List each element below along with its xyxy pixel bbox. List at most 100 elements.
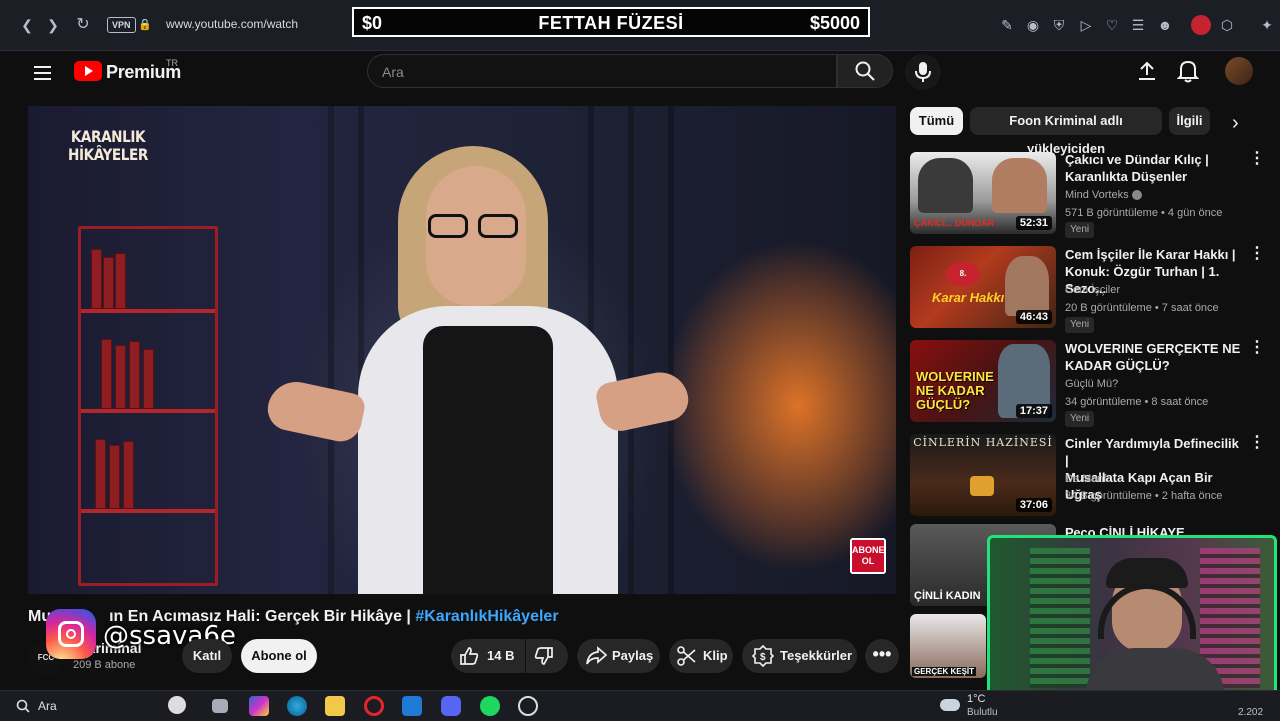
sidebar-icon[interactable]: ✦ (1258, 16, 1276, 34)
address-bar[interactable]: www.youtube.com/watch (166, 17, 298, 31)
profile-icon[interactable]: ☻ (1156, 16, 1174, 34)
lock-icon[interactable]: 🔒 (136, 16, 154, 34)
dislike-button[interactable] (526, 639, 568, 673)
join-button[interactable]: Katıl (182, 639, 232, 673)
video-hashtag-link[interactable]: #KaranlıkHikâyeler (415, 608, 558, 625)
bird-app-icon[interactable] (168, 696, 186, 714)
video-player[interactable]: KARANLIK HİKÂYELER ABONE OL (28, 106, 896, 594)
taskbar-search[interactable]: Ara (38, 699, 57, 713)
thumbnail-caption: Karar Hakkı (932, 290, 1005, 305)
video-duration: 37:06 (1015, 498, 1052, 512)
streamer-webcam-overlay (987, 535, 1277, 705)
play-icon[interactable]: ▷ (1077, 16, 1095, 34)
search-button[interactable] (837, 54, 893, 88)
microphone-icon (915, 62, 931, 82)
related-thumbnail[interactable]: WOLVERINE NE KADAR GÜÇLÜ? 17:37 (910, 340, 1056, 422)
weather-condition[interactable]: Bulutlu (967, 707, 998, 718)
forward-icon[interactable]: ❯ (44, 16, 62, 34)
spotify-icon[interactable] (480, 696, 500, 716)
related-title[interactable]: Çakıcı ve Dündar Kılıç | Karanlıkta Düşen… (1065, 151, 1245, 185)
more-vertical-icon[interactable]: ⋮ (1249, 340, 1265, 356)
badge-line-1: ABONE (852, 545, 885, 555)
vpn-badge[interactable]: VPN (107, 17, 136, 33)
related-channel[interactable]: Güçlü Mü? (1065, 378, 1118, 390)
related-meta: 20 B görüntüleme • 7 saat önce (1065, 302, 1219, 314)
more-vertical-icon[interactable]: ⋮ (1249, 151, 1265, 167)
discord-icon[interactable] (441, 696, 461, 716)
related-channel[interactable]: Cem İşçiler (1065, 284, 1120, 296)
chip-all[interactable]: Tümü (910, 107, 963, 135)
shield-icon[interactable]: ⛨ (1050, 16, 1068, 34)
related-title-line-1: WOLVERINE GERÇEKTE NE (1065, 341, 1241, 356)
channel-name-label: Mind Vorteks (1065, 189, 1129, 201)
watermark-line-2: HİKÂYELER (68, 145, 148, 164)
related-thumbnail[interactable]: GERÇEK KEŞİT (910, 614, 986, 678)
voice-search-button[interactable] (905, 54, 941, 90)
related-meta: 34 B görüntüleme • 2 hafta önce (1065, 490, 1223, 502)
taskbar-clock[interactable]: 2.202 (1238, 707, 1263, 718)
new-badge: Yeni (1065, 222, 1095, 238)
related-channel[interactable]: Mind Vorteks (1065, 189, 1142, 201)
menu-list-icon[interactable]: ☰ (1129, 16, 1147, 34)
region-code: TR (166, 58, 178, 68)
heart-icon[interactable]: ♡ (1103, 16, 1121, 34)
cube-icon[interactable]: ⬡ (1218, 16, 1236, 34)
thumbs-down-icon (534, 647, 553, 665)
related-channel[interactable]: De Monf. (1065, 473, 1110, 485)
edge-browser-icon[interactable] (287, 696, 307, 716)
copilot-icon[interactable] (249, 696, 269, 716)
donation-title: FETTAH FÜZESİ (538, 13, 684, 33)
related-title[interactable]: WOLVERINE GERÇEKTE NE KADAR GÜÇLÜ? (1065, 340, 1245, 374)
chevron-right-icon[interactable]: › (1232, 112, 1239, 135)
chip-from-uploader[interactable]: Foon Kriminal adlı yükleyiciden (970, 107, 1162, 156)
notifications-bell-icon[interactable] (1177, 59, 1199, 83)
obs-studio-icon[interactable] (518, 696, 538, 716)
clip-label: Klip (703, 648, 728, 663)
task-view-icon[interactable] (212, 699, 228, 713)
share-label: Paylaş (612, 648, 654, 663)
video-duration: 46:43 (1015, 310, 1052, 324)
extension-icon[interactable] (1191, 15, 1211, 35)
reload-icon[interactable]: ↻ (74, 16, 92, 34)
edit-icon[interactable]: ✎ (998, 16, 1016, 34)
related-meta: 571 B görüntüleme • 4 gün önce (1065, 207, 1223, 219)
opera-browser-icon[interactable] (364, 696, 384, 716)
youtube-logo-icon[interactable] (74, 61, 102, 81)
subscribe-button[interactable]: Abone ol (241, 639, 317, 673)
like-button[interactable]: 14 B (451, 639, 525, 673)
scissors-icon (677, 646, 696, 666)
related-meta: 34 görüntüleme • 8 saat önce (1065, 396, 1209, 408)
weather-temperature[interactable]: 1°C (967, 693, 985, 705)
subscribe-watermark-badge[interactable]: ABONE OL (850, 538, 886, 574)
browser-toolbar: ❮ ❯ ↻ VPN 🔒 www.youtube.com/watch $0 FET… (0, 0, 1280, 51)
video-duration: 17:37 (1015, 404, 1052, 418)
upload-icon[interactable] (1136, 60, 1158, 82)
file-explorer-icon[interactable] (325, 696, 345, 716)
related-thumbnail[interactable]: ÇAKICI... DÜNDAR 52:31 (910, 152, 1056, 234)
back-icon[interactable]: ❮ (18, 16, 36, 34)
more-actions-button[interactable]: ••• (865, 639, 899, 673)
avatar[interactable] (1225, 57, 1253, 85)
search-input[interactable] (380, 63, 804, 81)
hamburger-menu-icon[interactable] (34, 62, 51, 84)
bookshelf-graphic (78, 226, 218, 586)
thumbnail-caption: GERÇEK KEŞİT (912, 667, 977, 676)
more-vertical-icon[interactable]: ⋮ (1249, 246, 1265, 262)
thanks-button[interactable]: $ Teşekkürler (742, 639, 857, 673)
camera-icon[interactable]: ◉ (1024, 16, 1042, 34)
related-thumbnail[interactable]: 8. Karar Hakkı 46:43 (910, 246, 1056, 328)
thanks-label: Teşekkürler (780, 648, 853, 663)
related-title-line-1: Çakıcı ve Dündar Kılıç | (1065, 152, 1209, 167)
thumbs-up-icon (460, 647, 479, 665)
share-button[interactable]: Paylaş (577, 639, 660, 673)
search-box[interactable] (367, 54, 837, 88)
cloud-weather-icon (940, 699, 960, 711)
new-badge: Yeni (1065, 411, 1095, 427)
clip-button[interactable]: Klip (669, 639, 733, 673)
related-thumbnail[interactable]: CİNLERİN HAZİNESİ 37:06 (910, 434, 1056, 516)
new-badge: Yeni (1065, 317, 1095, 333)
mail-icon[interactable] (402, 696, 422, 716)
chip-related[interactable]: İlgili (1169, 107, 1210, 135)
more-vertical-icon[interactable]: ⋮ (1249, 435, 1265, 451)
thumbnail-caption: CİNLERİN HAZİNESİ (913, 436, 1053, 449)
